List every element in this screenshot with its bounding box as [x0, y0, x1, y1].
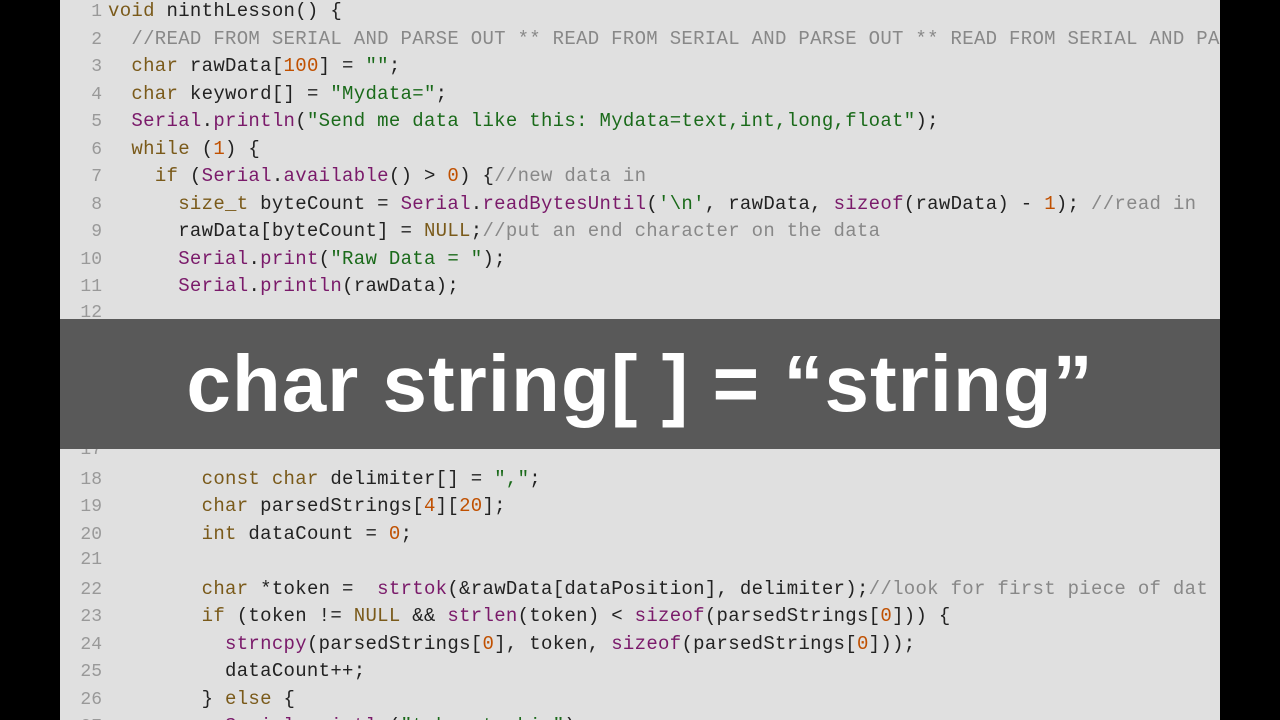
code-line: 27 Serial.println("token to big");	[60, 715, 1220, 720]
code-text: dataCount++;	[108, 660, 365, 682]
code-line: 2 //READ FROM SERIAL AND PARSE OUT ** RE…	[60, 28, 1220, 56]
code-line: 19 char parsedStrings[4][20];	[60, 495, 1220, 523]
code-line: 24 strncpy(parsedStrings[0], token, size…	[60, 633, 1220, 661]
line-number: 20	[60, 525, 108, 545]
code-text: char keyword[] = "Mydata=";	[108, 83, 447, 105]
code-text: const char delimiter[] = ",";	[108, 468, 541, 490]
line-number: 1	[60, 2, 108, 22]
code-line: 23 if (token != NULL && strlen(token) < …	[60, 605, 1220, 633]
code-text: if (token != NULL && strlen(token) < siz…	[108, 605, 951, 627]
code-text: Serial.println("token to big");	[108, 715, 588, 720]
code-line: 26 } else {	[60, 688, 1220, 716]
overlay-text: char string[ ] = “string”	[186, 338, 1093, 430]
line-number: 3	[60, 57, 108, 77]
line-number: 22	[60, 580, 108, 600]
code-line: 3 char rawData[100] = "";	[60, 55, 1220, 83]
line-number: 21	[60, 550, 108, 570]
code-text: char *token = strtok(&rawData[dataPositi…	[108, 578, 1208, 600]
code-line: 21	[60, 550, 1220, 578]
line-number: 26	[60, 690, 108, 710]
code-text: char parsedStrings[4][20];	[108, 495, 506, 517]
line-number: 25	[60, 662, 108, 682]
code-line: 7 if (Serial.available() > 0) {//new dat…	[60, 165, 1220, 193]
code-line: 20 int dataCount = 0;	[60, 523, 1220, 551]
code-text: } else {	[108, 688, 295, 710]
code-text: Serial.println("Send me data like this: …	[108, 110, 939, 132]
code-text: //READ FROM SERIAL AND PARSE OUT ** READ…	[108, 28, 1220, 50]
code-line: 11 Serial.println(rawData);	[60, 275, 1220, 303]
code-text: void ninthLesson() {	[108, 0, 342, 22]
code-line: 8 size_t byteCount = Serial.readBytesUnt…	[60, 193, 1220, 221]
line-number: 6	[60, 140, 108, 160]
line-number: 5	[60, 112, 108, 132]
code-line: 6 while (1) {	[60, 138, 1220, 166]
code-line: 25 dataCount++;	[60, 660, 1220, 688]
line-number: 2	[60, 30, 108, 50]
code-text: strncpy(parsedStrings[0], token, sizeof(…	[108, 633, 915, 655]
code-text: rawData[byteCount] = NULL;//put an end c…	[108, 220, 880, 242]
line-number: 10	[60, 250, 108, 270]
code-line: 22 char *token = strtok(&rawData[dataPos…	[60, 578, 1220, 606]
code-text: char rawData[100] = "";	[108, 55, 401, 77]
code-text: if (Serial.available() > 0) {//new data …	[108, 165, 646, 187]
title-overlay: char string[ ] = “string”	[60, 319, 1220, 449]
line-number: 18	[60, 470, 108, 490]
line-number: 11	[60, 277, 108, 297]
line-number: 23	[60, 607, 108, 627]
code-text: while (1) {	[108, 138, 260, 160]
line-number: 8	[60, 195, 108, 215]
code-line: 18 const char delimiter[] = ",";	[60, 468, 1220, 496]
code-text: int dataCount = 0;	[108, 523, 412, 545]
code-line: 5 Serial.println("Send me data like this…	[60, 110, 1220, 138]
code-text: Serial.println(rawData);	[108, 275, 459, 297]
code-line: 4 char keyword[] = "Mydata=";	[60, 83, 1220, 111]
line-number: 9	[60, 222, 108, 242]
line-number: 19	[60, 497, 108, 517]
line-number: 24	[60, 635, 108, 655]
code-line: 10 Serial.print("Raw Data = ");	[60, 248, 1220, 276]
code-text: Serial.print("Raw Data = ");	[108, 248, 506, 270]
code-text: size_t byteCount = Serial.readBytesUntil…	[108, 193, 1208, 215]
line-number: 4	[60, 85, 108, 105]
line-number: 7	[60, 167, 108, 187]
code-line: 1void ninthLesson() {	[60, 0, 1220, 28]
code-line: 9 rawData[byteCount] = NULL;//put an end…	[60, 220, 1220, 248]
